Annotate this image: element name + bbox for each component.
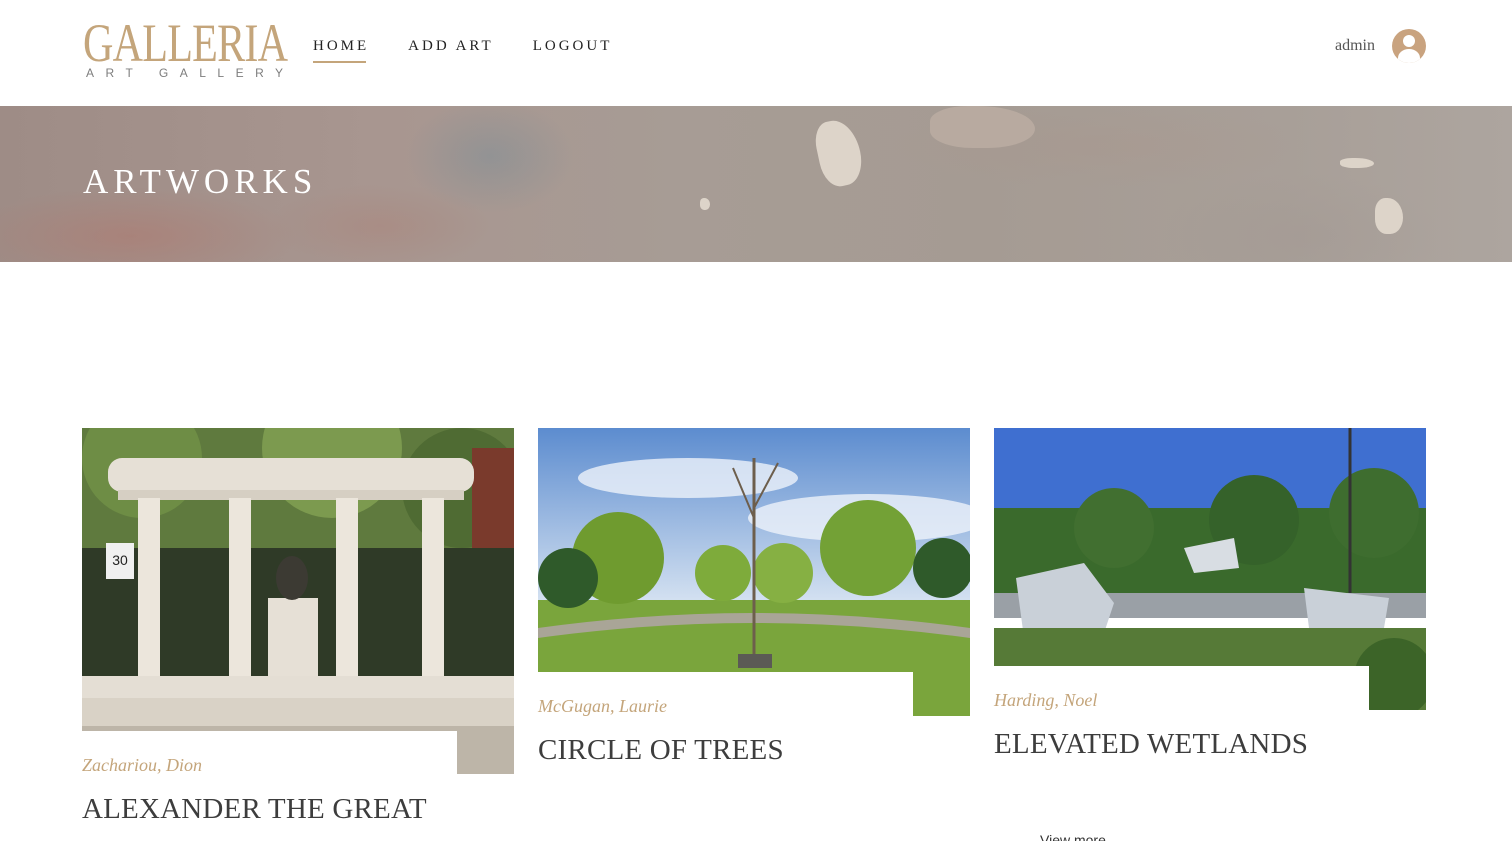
banner-texture-speck: [700, 198, 710, 210]
view-more-link[interactable]: View more: [1040, 832, 1106, 841]
artwork-title[interactable]: CIRCLE OF TREES: [538, 734, 784, 767]
nav-logout[interactable]: LOGOUT: [533, 38, 613, 63]
nav-add-art[interactable]: ADD ART: [408, 38, 494, 63]
nav-home[interactable]: HOME: [313, 38, 369, 63]
monument-colonnade-photo: 30: [82, 428, 514, 774]
main-nav: HOME ADD ART LOGOUT: [313, 38, 651, 63]
artwork-title[interactable]: ALEXANDER THE GREAT: [82, 793, 427, 826]
logo-subtitle: ART GALLERY: [86, 66, 295, 80]
banner-texture-speck: [930, 106, 1035, 148]
banner-texture-speck: [811, 116, 867, 190]
galleria-logo[interactable]: GALLERIA ART GALLERY: [83, 16, 288, 80]
artwork-artist: McGugan, Laurie: [538, 696, 667, 716]
banner-texture-speck: [1375, 198, 1403, 234]
page-banner: ARTWORKS: [0, 106, 1512, 262]
artwork-image-alexander[interactable]: 30: [82, 428, 514, 774]
artwork-artist: Zachariou, Dion: [82, 755, 203, 775]
artwork-artist: Harding, Noel: [994, 690, 1098, 710]
svg-text:30: 30: [112, 552, 128, 568]
user-menu[interactable]: admin: [1335, 29, 1426, 63]
page-title: ARTWORKS: [83, 162, 318, 201]
artwork-title[interactable]: ELEVATED WETLANDS: [994, 728, 1308, 761]
site-header: GALLERIA ART GALLERY HOME ADD ART LOGOUT…: [0, 0, 1512, 106]
logo-wordmark: GALLERIA: [83, 13, 288, 73]
banner-texture-speck: [1340, 158, 1374, 168]
username-label: admin: [1335, 37, 1375, 54]
user-avatar-icon[interactable]: [1392, 29, 1426, 63]
